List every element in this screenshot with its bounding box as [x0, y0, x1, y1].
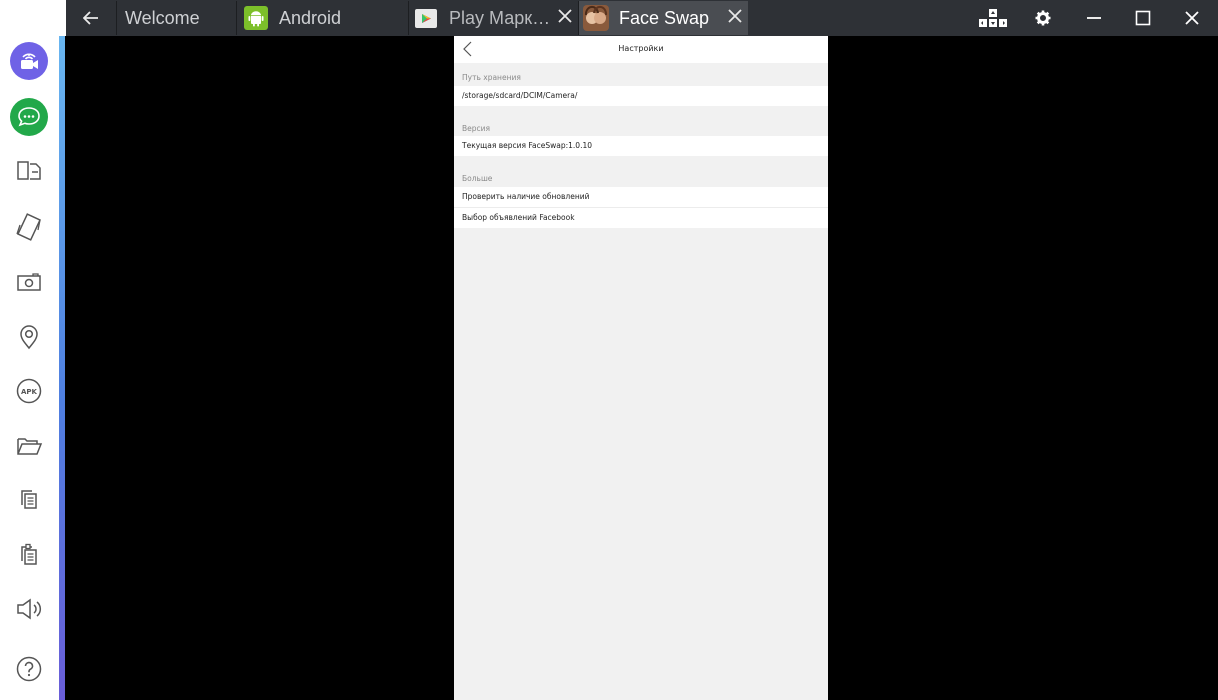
page-title: Настройки — [618, 44, 664, 53]
keymapping-icon[interactable] — [969, 0, 1017, 36]
close-tab-icon[interactable] — [724, 7, 746, 29]
camera-icon[interactable] — [8, 261, 50, 303]
tab-label: Play Марк… — [449, 7, 551, 28]
apk-icon[interactable]: APK — [8, 370, 50, 412]
window-corner — [0, 0, 66, 36]
volume-icon[interactable] — [8, 588, 50, 630]
tab-face-swap[interactable]: Face Swap — [578, 1, 748, 35]
close-tab-icon[interactable] — [554, 7, 576, 29]
tab-welcome[interactable]: Welcome — [116, 1, 236, 35]
version-row: Текущая версия FaceSwap:1.0.10 — [454, 136, 828, 156]
tab-label: Welcome — [125, 7, 200, 28]
close-window-icon[interactable] — [1168, 0, 1216, 36]
chat-icon[interactable] — [8, 96, 50, 138]
maximize-icon[interactable] — [1119, 0, 1167, 36]
facebook-ads-row[interactable]: Выбор объявлений Facebook — [454, 208, 828, 228]
tab-bar: Welcome Android Play Марк… Face Swap — [66, 0, 1218, 36]
section-header-version: Версия — [462, 124, 491, 133]
storage-path-row[interactable]: /storage/sdcard/DCIM/Camera/ — [454, 86, 828, 106]
video-call-icon[interactable] — [8, 40, 50, 82]
rotate-icon[interactable] — [8, 206, 50, 248]
tab-android[interactable]: Android — [236, 1, 408, 35]
back-arrow-icon[interactable] — [66, 0, 116, 36]
minimize-icon[interactable] — [1070, 0, 1118, 36]
multi-screen-icon[interactable] — [8, 150, 50, 192]
app-screen: Настройки Путь хранения /storage/sdcard/… — [454, 36, 828, 700]
app-bar: Настройки — [454, 36, 828, 63]
copy-icon[interactable] — [8, 479, 50, 521]
tab-play-market[interactable]: Play Марк… — [408, 1, 578, 35]
section-header-storage: Путь хранения — [462, 73, 521, 82]
tab-label: Android — [279, 7, 342, 28]
face-swap-app-icon — [583, 5, 609, 31]
sidebar: APK — [0, 36, 59, 700]
paste-icon[interactable] — [8, 534, 50, 576]
tab-label: Face Swap — [619, 7, 710, 28]
section-header-more: Больше — [462, 174, 493, 183]
folder-icon[interactable] — [8, 425, 50, 467]
sidebar-accent-bar — [59, 36, 65, 700]
android-icon — [243, 5, 269, 31]
play-store-icon — [413, 5, 439, 31]
gear-icon[interactable] — [1019, 0, 1067, 36]
check-updates-row[interactable]: Проверить наличие обновлений — [454, 187, 828, 207]
bluestacks-window: Welcome Android Play Марк… Face Swap APK… — [0, 0, 1218, 700]
svg-text:APK: APK — [21, 388, 38, 396]
location-icon[interactable] — [8, 315, 50, 357]
help-icon[interactable] — [8, 648, 50, 690]
